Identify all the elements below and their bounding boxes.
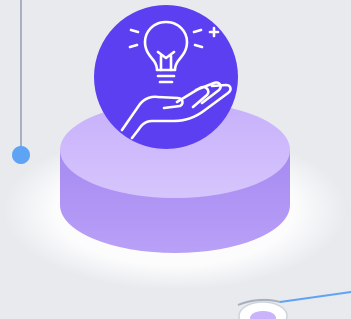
- connector-left: [12, 0, 30, 164]
- connector-right: [237, 291, 351, 319]
- connector-dot: [12, 146, 30, 164]
- illustration-scene: [0, 0, 351, 319]
- idea-illustration: [3, 0, 351, 319]
